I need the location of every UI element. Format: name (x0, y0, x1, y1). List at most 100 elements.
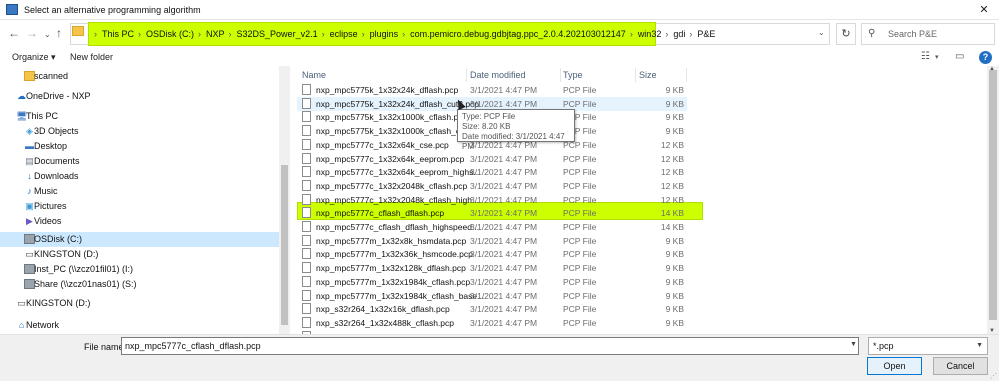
file-row[interactable]: nxp_mpc5777m_1x32x1984k_cflash.pcp 3/1/20… (297, 275, 687, 289)
forward-arrow-icon[interactable]: → (26, 26, 38, 40)
column-divider[interactable] (686, 68, 687, 82)
view-dropdown-icon[interactable]: ▾ (935, 53, 939, 61)
file-icon (302, 234, 311, 246)
breadcrumb-item[interactable]: plugins (370, 29, 399, 39)
file-row[interactable]: nxp_s32r264_1x32x488k_cflash.pcp 3/1/2021… (297, 316, 687, 330)
file-row[interactable]: nxp_mpc5777c_cflash_dflash_highspeed....… (297, 220, 687, 234)
file-size: 9 KB (665, 263, 684, 274)
nav-item[interactable]: Share (\\zcz01nas01) (S:) (0, 277, 279, 292)
breadcrumb-item[interactable]: win32 (638, 29, 662, 39)
file-row[interactable]: nxp_mpc5777m_1x32x36k_hsmcode.pcp 3/1/202… (297, 247, 687, 261)
nav-item[interactable]: ⌂ Network (0, 318, 279, 333)
nav-item[interactable]: ▤ Documents (0, 154, 279, 169)
file-name-input[interactable]: nxp_mpc5777c_cflash_dflash.pcp (121, 337, 859, 355)
file-icon (302, 262, 311, 274)
breadcrumb-item[interactable]: S32DS_Power_v2.1 (237, 29, 318, 39)
nav-item[interactable]: ↓ Downloads (0, 169, 279, 184)
view-options-icon[interactable]: ☷ (921, 51, 930, 62)
file-tooltip: Type: PCP File Size: 8.20 KB Date modifi… (457, 109, 575, 151)
address-dropdown-icon[interactable]: ⌄ (818, 28, 825, 37)
breadcrumb-separator-icon[interactable]: › (322, 29, 325, 39)
column-header-date[interactable]: Date modified (470, 70, 526, 80)
close-button[interactable]: ✕ (969, 0, 999, 20)
file-row[interactable]: nxp_mpc5777m_1x32x8k_hsmdata.pcp 3/1/2021… (297, 234, 687, 248)
search-input[interactable]: ⚲ Search P&E (861, 23, 995, 45)
breadcrumb-item[interactable]: NXP (206, 29, 225, 39)
navigation-scrollbar[interactable] (279, 66, 290, 334)
breadcrumb-item[interactable]: gdi (673, 29, 685, 39)
nav-item-label: Documents (34, 156, 80, 166)
breadcrumb-item[interactable]: P&E (697, 29, 715, 39)
back-arrow-icon[interactable]: ← (8, 26, 20, 40)
file-row[interactable]: nxp_mpc5777c_1x32x2048k_cflash_high... 3/… (297, 193, 687, 207)
file-size: 9 KB (665, 249, 684, 260)
nav-item[interactable]: ▶ Videos (0, 214, 279, 229)
file-icon (302, 275, 311, 287)
file-row[interactable]: nxp_mpc5777c_1x32x64k_eeprom.pcp 3/1/2021… (297, 152, 687, 166)
file-row[interactable]: nxp_mpc5777c_1x32x64k_eeprom_highs... 3/1… (297, 165, 687, 179)
nav-item[interactable]: ▬ Desktop (0, 139, 279, 154)
file-row[interactable]: nxp_mpc5777m_1x32x1984k_cflash_base... 3/… (297, 289, 687, 303)
breadcrumb-separator-icon[interactable]: › (689, 29, 692, 39)
nav-item[interactable]: Inst_PC (\\zcz01fil01) (I:) (0, 262, 279, 277)
recent-locations-chevron-icon[interactable]: ⌄ (44, 28, 51, 42)
file-row[interactable]: nxp_mpc5777c_1x32x2048k_cflash.pcp 3/1/20… (297, 179, 687, 193)
file-name: nxp_mpc5777m_1x32x8k_hsmdata.pcp (316, 235, 467, 246)
breadcrumb[interactable]: › This PC › OSDisk (C:) › NXP › S32DS_Power_v2.… (94, 29, 719, 39)
breadcrumb-item[interactable]: This PC (102, 29, 134, 39)
breadcrumb-separator-icon[interactable]: › (94, 29, 97, 39)
breadcrumb-item[interactable]: OSDisk (C:) (146, 29, 194, 39)
column-header-size[interactable]: Size (639, 70, 657, 80)
breadcrumb-item[interactable]: com.pemicro.debug.gdbjtag.ppc_2.0.4.2021… (410, 29, 626, 39)
nav-item[interactable]: ◈ 3D Objects (0, 124, 279, 139)
nav-item[interactable]: ♪ Music (0, 184, 279, 199)
breadcrumb-separator-icon[interactable]: › (138, 29, 141, 39)
breadcrumb-separator-icon[interactable]: › (402, 29, 405, 39)
file-list-scroll-thumb[interactable] (989, 70, 997, 320)
preview-pane-icon[interactable]: ▭ (955, 51, 964, 62)
column-divider[interactable] (635, 68, 636, 82)
resize-grip-icon[interactable]: ⋰ (990, 372, 997, 380)
nav-item[interactable]: ▣ Pictures (0, 199, 279, 214)
file-name: nxp_mpc5775k_1x32x1000k_cflash.pcp (316, 112, 468, 123)
nav-item[interactable]: ☁ OneDrive - NXP (0, 89, 279, 104)
file-row[interactable]: nxp_mpc5775k_1x32x24k_dflash.pcp 3/1/2021… (297, 83, 687, 97)
file-type-select[interactable]: *.pcp ▼ (868, 337, 988, 355)
nav-item[interactable]: 🖥 This PC (0, 109, 279, 124)
file-row[interactable]: nxp_mpc5777m_1x32x128k_dflash.pcp 3/1/202… (297, 261, 687, 275)
breadcrumb-item[interactable]: eclipse (330, 29, 358, 39)
file-size: 9 KB (665, 112, 684, 123)
file-date: 3/1/2021 4:47 PM (470, 276, 538, 287)
breadcrumb-separator-icon[interactable]: › (630, 29, 633, 39)
breadcrumb-separator-icon[interactable]: › (362, 29, 365, 39)
organize-button[interactable]: Organize ▾ (12, 52, 56, 63)
nav-item[interactable]: ▭ KINGSTON (D:) (0, 296, 279, 311)
file-name: nxp_mpc5777c_1x32x64k_eeprom_highs... (316, 167, 481, 178)
open-button[interactable]: Open (867, 357, 922, 375)
refresh-icon[interactable]: ↻ (836, 23, 856, 45)
breadcrumb-separator-icon[interactable]: › (665, 29, 668, 39)
column-divider[interactable] (466, 68, 467, 82)
nav-item-label: This PC (26, 111, 59, 121)
up-arrow-icon[interactable]: ↑ (56, 26, 62, 40)
column-header-type[interactable]: Type (563, 70, 583, 80)
column-divider[interactable] (560, 68, 561, 82)
file-row[interactable]: nxp_mpc5777c_cflash_dflash.pcp 3/1/2021 4… (297, 206, 687, 220)
column-header-name[interactable]: Name (302, 70, 326, 80)
new-folder-button[interactable]: New folder (70, 52, 113, 62)
file-name-dropdown-icon[interactable]: ▼ (850, 341, 857, 348)
cancel-button[interactable]: Cancel (933, 357, 988, 375)
file-size: 9 KB (665, 235, 684, 246)
folder-icon (72, 26, 84, 36)
breadcrumb-separator-icon[interactable]: › (229, 29, 232, 39)
nav-item-label: Desktop (34, 141, 68, 151)
breadcrumb-separator-icon[interactable]: › (198, 29, 201, 39)
file-date: 3/1/2021 4:47 PM (470, 180, 538, 191)
file-row[interactable]: nxp_s32r264_1x32x16k_dflash.pcp 3/1/2021 … (297, 302, 687, 316)
file-list-scrollbar[interactable]: ▲ ▼ (987, 66, 999, 334)
nav-item[interactable]: OSDisk (C:) (0, 232, 279, 247)
navigation-scroll-thumb[interactable] (281, 165, 288, 325)
nav-item[interactable]: scanned (0, 69, 279, 84)
help-icon[interactable]: ? (979, 51, 992, 64)
nav-item[interactable]: ▭ KINGSTON (D:) (0, 247, 279, 262)
